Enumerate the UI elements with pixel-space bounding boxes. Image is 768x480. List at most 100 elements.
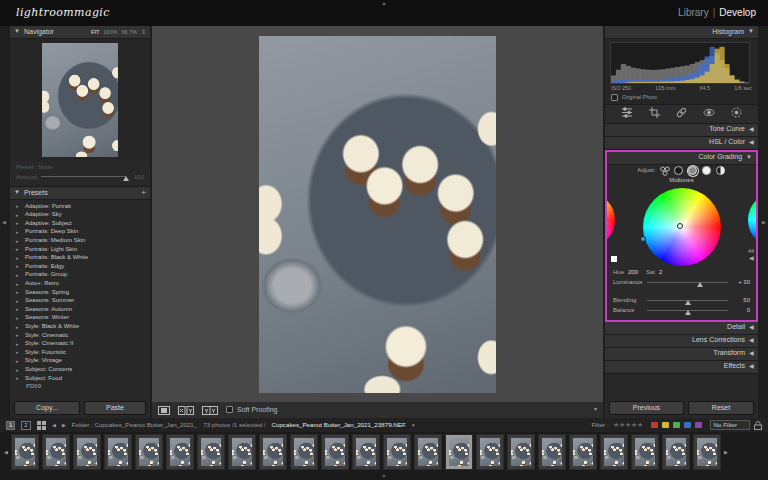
right-panel-toggle[interactable]: ▶ — [762, 219, 766, 225]
filmstrip-thumbnail[interactable] — [135, 434, 163, 470]
zoom-option[interactable]: ⇕ — [141, 29, 146, 36]
crop-icon[interactable] — [649, 107, 660, 118]
left-panel-toggle[interactable]: ◀ — [2, 219, 6, 225]
slider-value[interactable]: 0 — [732, 307, 750, 314]
expand-icon[interactable]: ▸ — [16, 246, 21, 252]
slider-thumb[interactable] — [123, 176, 129, 181]
filmstrip-thumbnail[interactable] — [600, 434, 628, 470]
collapse-icon[interactable]: ▼ — [748, 28, 754, 35]
mode-button[interactable] — [674, 166, 684, 176]
file-menu-icon[interactable]: ▾ — [412, 422, 415, 428]
expand-icon[interactable]: ▸ — [16, 324, 21, 330]
paste-button[interactable]: Paste — [84, 401, 146, 415]
collapse-icon[interactable]: ◀ — [749, 337, 754, 344]
navigator-header[interactable]: ▼NavigatorFIT100%66.7%⇕ — [10, 26, 150, 39]
preset-item[interactable]: ▸Portraits: Light Skin — [10, 245, 150, 254]
expand-icon[interactable]: ▸ — [16, 298, 21, 304]
filmstrip-thumbnail[interactable] — [352, 434, 380, 470]
star-icon[interactable]: ★ — [619, 421, 625, 429]
filmstrip-thumbnail[interactable] — [383, 434, 411, 470]
scroll-left-icon[interactable]: ◀ — [4, 449, 8, 455]
filmstrip-thumbnail[interactable] — [42, 434, 70, 470]
histogram-header[interactable]: Histogram▼ — [605, 26, 758, 39]
expand-icon[interactable]: ▸ — [16, 306, 21, 312]
preset-item[interactable]: ▸Auto+: Retro — [10, 279, 150, 288]
zoom-option[interactable]: 100% — [103, 29, 117, 36]
screen-button[interactable]: 1 — [6, 421, 15, 430]
expand-icon[interactable]: ▸ — [16, 349, 21, 355]
tool-button[interactable] — [621, 107, 633, 120]
bottom-panel-toggle[interactable]: ▼ — [382, 472, 387, 480]
sliders-icon[interactable] — [621, 107, 633, 118]
expand-icon[interactable]: ▸ — [16, 281, 21, 287]
expand-icon[interactable]: ▸ — [16, 203, 21, 209]
preset-item[interactable]: ▸Adaptive: Subject — [10, 219, 150, 228]
filmstrip-thumbnail[interactable] — [476, 434, 504, 470]
panel-section-header[interactable]: Tone Curve◀ — [605, 124, 758, 137]
top-panel-toggle[interactable]: ▲ — [382, 1, 387, 6]
preset-item[interactable]: ▸Seasons: Spring — [10, 288, 150, 297]
preset-item[interactable]: ▸Style: Cinematic II — [10, 340, 150, 349]
collapse-icon[interactable]: ◀ — [749, 139, 754, 146]
preset-item[interactable]: ▸Portraits: Edgy — [10, 262, 150, 271]
filmstrip-thumbnail[interactable] — [228, 434, 256, 470]
expand-icon[interactable]: ▸ — [16, 238, 21, 244]
expand-icon[interactable]: ▸ — [16, 289, 21, 295]
slider-thumb[interactable] — [685, 300, 691, 305]
preset-item[interactable]: ▸Subject: Concerts — [10, 365, 150, 374]
lock-icon[interactable] — [754, 421, 762, 430]
original-photo[interactable]: Original Photo — [611, 94, 752, 101]
star-icon[interactable]: ★ — [637, 421, 643, 429]
expand-icon[interactable]: ▸ — [16, 341, 21, 347]
preset-item[interactable]: ▸Adaptive: Portrait — [10, 202, 150, 211]
collapse-icon[interactable]: ◀ — [749, 363, 754, 370]
panel-section-header[interactable]: Lens Corrections◀ — [605, 335, 758, 348]
filmstrip-thumbnail[interactable] — [197, 434, 225, 470]
side-arrow-icon[interactable]: ◀ — [749, 255, 756, 262]
highlights-wheel[interactable] — [748, 192, 756, 248]
loupe-view-icon[interactable] — [158, 406, 170, 415]
color-label[interactable] — [695, 422, 702, 428]
preset-item[interactable]: ▸Seasons: Summer — [10, 297, 150, 306]
color-label[interactable] — [651, 422, 658, 428]
collapse-icon[interactable]: ◀ — [749, 350, 754, 357]
soft-proofing[interactable]: Soft Proofing — [226, 406, 277, 414]
preset-item[interactable]: PD69 — [10, 382, 150, 391]
forward-arrow-icon[interactable]: ▶ — [62, 422, 66, 428]
color-swatch[interactable] — [611, 256, 617, 262]
filmstrip-thumbnail[interactable] — [104, 434, 132, 470]
preset-item[interactable]: ▸Style: Cinematic — [10, 331, 150, 340]
screen-button[interactable]: 2 — [21, 421, 30, 430]
slider-value[interactable]: + 30 — [732, 279, 750, 286]
preset-item[interactable]: ▸Style: Vintage — [10, 357, 150, 366]
filter-dropdown[interactable]: No Filter — [710, 420, 750, 430]
star-icon[interactable]: ★ — [613, 421, 619, 429]
expand-icon[interactable]: ▸ — [16, 255, 21, 261]
file-name[interactable]: Cupcakes_Peanut Butter_Jan_2021_23879.NE… — [272, 421, 406, 428]
expand-icon[interactable]: ▸ — [16, 367, 21, 373]
filmstrip-thumbnail[interactable] — [166, 434, 194, 470]
shadows-wheel[interactable] — [607, 192, 615, 248]
zoom-option[interactable]: FIT — [91, 29, 99, 36]
back-arrow-icon[interactable]: ◀ — [52, 422, 56, 428]
module-tab[interactable]: Library — [678, 7, 709, 19]
photo[interactable] — [259, 36, 496, 393]
collapse-icon[interactable]: ▼ — [14, 28, 20, 35]
highlights-wheel-edge[interactable] — [748, 192, 756, 248]
collapse-icon[interactable]: ◀ — [749, 126, 754, 133]
mode-button[interactable] — [688, 166, 698, 176]
panel-section-header[interactable]: HSL / Color◀ — [605, 137, 758, 150]
filmstrip-thumbnail[interactable] — [290, 434, 318, 470]
preset-item[interactable]: ▸Portraits: Deep Skin — [10, 228, 150, 237]
panel-section-header[interactable]: Effects◀ — [605, 361, 758, 374]
amount-slider[interactable] — [41, 173, 126, 181]
preset-item[interactable]: ▸Seasons: Winter — [10, 314, 150, 323]
expand-icon[interactable]: ▸ — [16, 229, 21, 235]
expand-icon[interactable]: ▸ — [16, 272, 21, 278]
expand-icon[interactable]: ▸ — [16, 375, 21, 381]
shadows-wheel-edge[interactable] — [607, 192, 615, 248]
mode-button[interactable] — [702, 166, 712, 176]
navigator-thumbnail[interactable] — [42, 43, 118, 157]
color-label[interactable] — [673, 422, 680, 428]
presets-header[interactable]: ▼Presets+ — [10, 187, 150, 200]
